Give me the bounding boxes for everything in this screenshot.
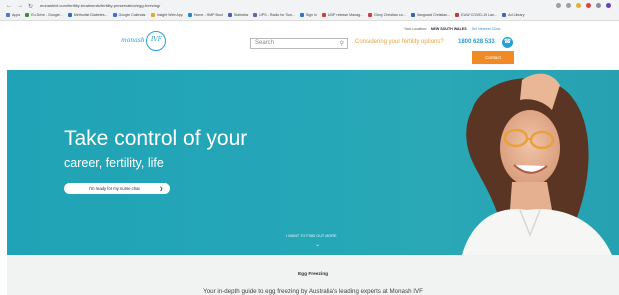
- bookmark-favicon-icon: [6, 13, 10, 17]
- bookmark-favicon-icon: [410, 13, 415, 17]
- bookmark-favicon-icon: [227, 13, 232, 17]
- hero-woman-photo: [462, 73, 612, 255]
- bookmark-label: Insight Web App: [156, 13, 183, 17]
- bookmark-item[interactable]: EUW COVID-19 Lan...: [455, 13, 497, 17]
- bookmark-favicon-icon: [67, 13, 72, 17]
- bookmark-item[interactable]: Statistics: [227, 13, 249, 17]
- contact-button[interactable]: Contact: [472, 51, 514, 64]
- bookmark-label: EUW COVID-19 Lan...: [461, 13, 498, 17]
- bookmark-item[interactable]: Methodist Diabetes...: [67, 13, 108, 17]
- search-icon[interactable]: ⚲: [340, 40, 344, 47]
- bookmark-label: UPS - Radio for Sun...: [259, 13, 295, 17]
- bookmark-label: Apps: [12, 13, 21, 17]
- bookmark-favicon-icon: [502, 13, 507, 17]
- bookmark-favicon-icon: [368, 13, 373, 17]
- bookmarks-bar: Apps Eu Drive - Google... Methodist Diabet…: [6, 13, 525, 17]
- bookmark-label: Sign in: [305, 13, 317, 17]
- bookmark-item[interactable]: Apps: [6, 13, 20, 17]
- address-bar[interactable]: monashivf.com/fertility-treatments/ferti…: [40, 3, 160, 8]
- search-input[interactable]: Search ⚲: [250, 38, 348, 49]
- bookmark-label: Google Calendar: [118, 13, 146, 17]
- monash-ivf-logo[interactable]: monash IVF: [117, 31, 169, 51]
- hero-banner: Take control of your career, fertility, …: [7, 70, 619, 255]
- bookmark-item[interactable]: Ad Library: [502, 13, 525, 17]
- browser-nav: ← → ↻: [6, 3, 33, 10]
- bookmark-favicon-icon: [455, 13, 460, 17]
- profile-avatar[interactable]: [606, 3, 611, 8]
- bookmark-favicon-icon: [112, 13, 117, 17]
- bookmark-favicon-icon: [321, 13, 326, 17]
- bookmark-label: Eu Drive - Google...: [31, 13, 63, 17]
- extension-icon[interactable]: [566, 3, 571, 8]
- bookmark-label: Home - HMP Boot: [193, 13, 223, 17]
- bookmark-label: Methodist Diabetes...: [73, 13, 108, 17]
- bookmark-label: Glory Christian co...: [374, 13, 406, 17]
- egg-freezing-intro: Egg Freezing Your in-depth guide to egg …: [7, 255, 619, 295]
- browser-actions: [556, 3, 611, 8]
- nurse-chat-button[interactable]: I'm ready for my nurse chat ❯: [64, 183, 170, 194]
- chevron-right-icon: ❯: [159, 186, 163, 191]
- location-selector[interactable]: Your Location: NEW SOUTH WALES Set Neare…: [404, 27, 500, 31]
- logo-suffix: IVF: [151, 36, 162, 43]
- hero-title: Take control of your: [64, 127, 248, 150]
- forward-icon[interactable]: →: [17, 3, 23, 10]
- bookmark-label: Statistics: [233, 13, 249, 17]
- fertility-question: Considering your fertility options?: [355, 39, 444, 45]
- bookmark-favicon-icon: [253, 13, 258, 17]
- find-out-more-link[interactable]: I WANT TO FIND OUT MORE: [286, 234, 337, 238]
- browser-toolbar: ← → ↻ monashivf.com/fertility-treatments…: [0, 0, 619, 21]
- search-placeholder: Search: [255, 40, 275, 46]
- hero-subtitle: career, fertility, life: [64, 156, 164, 170]
- bookmark-item[interactable]: Sign in: [299, 13, 317, 17]
- bookmark-favicon-icon: [187, 13, 192, 17]
- bookmark-item[interactable]: Home - HMP Boot: [187, 13, 223, 17]
- bookmark-favicon-icon: [299, 13, 304, 17]
- bookmark-label: Ad Library: [508, 13, 525, 17]
- extension-icon-yellow[interactable]: [576, 3, 581, 8]
- location-value[interactable]: NEW SOUTH WALES: [431, 27, 467, 31]
- bookmark-item[interactable]: Glory Christian co...: [368, 13, 406, 17]
- location-label: Your Location:: [404, 27, 427, 31]
- site-header: Your Location: NEW SOUTH WALES Set Neare…: [0, 21, 619, 80]
- bookmark-favicon-icon: [25, 13, 30, 17]
- phone-number[interactable]: 1800 628 533: [458, 39, 495, 45]
- bookmark-star-icon[interactable]: [556, 3, 561, 8]
- section-description: Your in-depth guide to egg freezing by A…: [203, 288, 423, 295]
- bookmark-favicon-icon: [150, 13, 155, 17]
- logo-text: monash: [121, 37, 145, 44]
- bookmark-item[interactable]: UPS - Radio for Sun...: [253, 13, 295, 17]
- bookmark-item[interactable]: UDP release Manag...: [321, 13, 364, 17]
- extension-puzzle-icon[interactable]: [596, 3, 601, 8]
- bookmark-label: Vanguard Christian...: [416, 13, 451, 17]
- phone-icon[interactable]: ☎: [502, 37, 513, 48]
- bookmark-label: UDP release Manag...: [327, 13, 364, 17]
- bookmark-item[interactable]: Eu Drive - Google...: [25, 13, 63, 17]
- chevron-down-icon[interactable]: ⌄: [315, 241, 320, 248]
- section-title: Egg Freezing: [297, 272, 329, 277]
- nurse-chat-label: I'm ready for my nurse chat: [89, 186, 140, 191]
- set-clinic-link[interactable]: Set Nearest Clinic: [472, 27, 501, 31]
- reload-icon[interactable]: ↻: [28, 3, 33, 10]
- extension-icon-red[interactable]: [586, 3, 591, 8]
- bookmark-item[interactable]: Insight Web App: [150, 13, 183, 17]
- bookmark-item[interactable]: Google Calendar: [112, 13, 146, 17]
- bookmark-item[interactable]: Vanguard Christian...: [410, 13, 451, 17]
- back-icon[interactable]: ←: [6, 3, 12, 10]
